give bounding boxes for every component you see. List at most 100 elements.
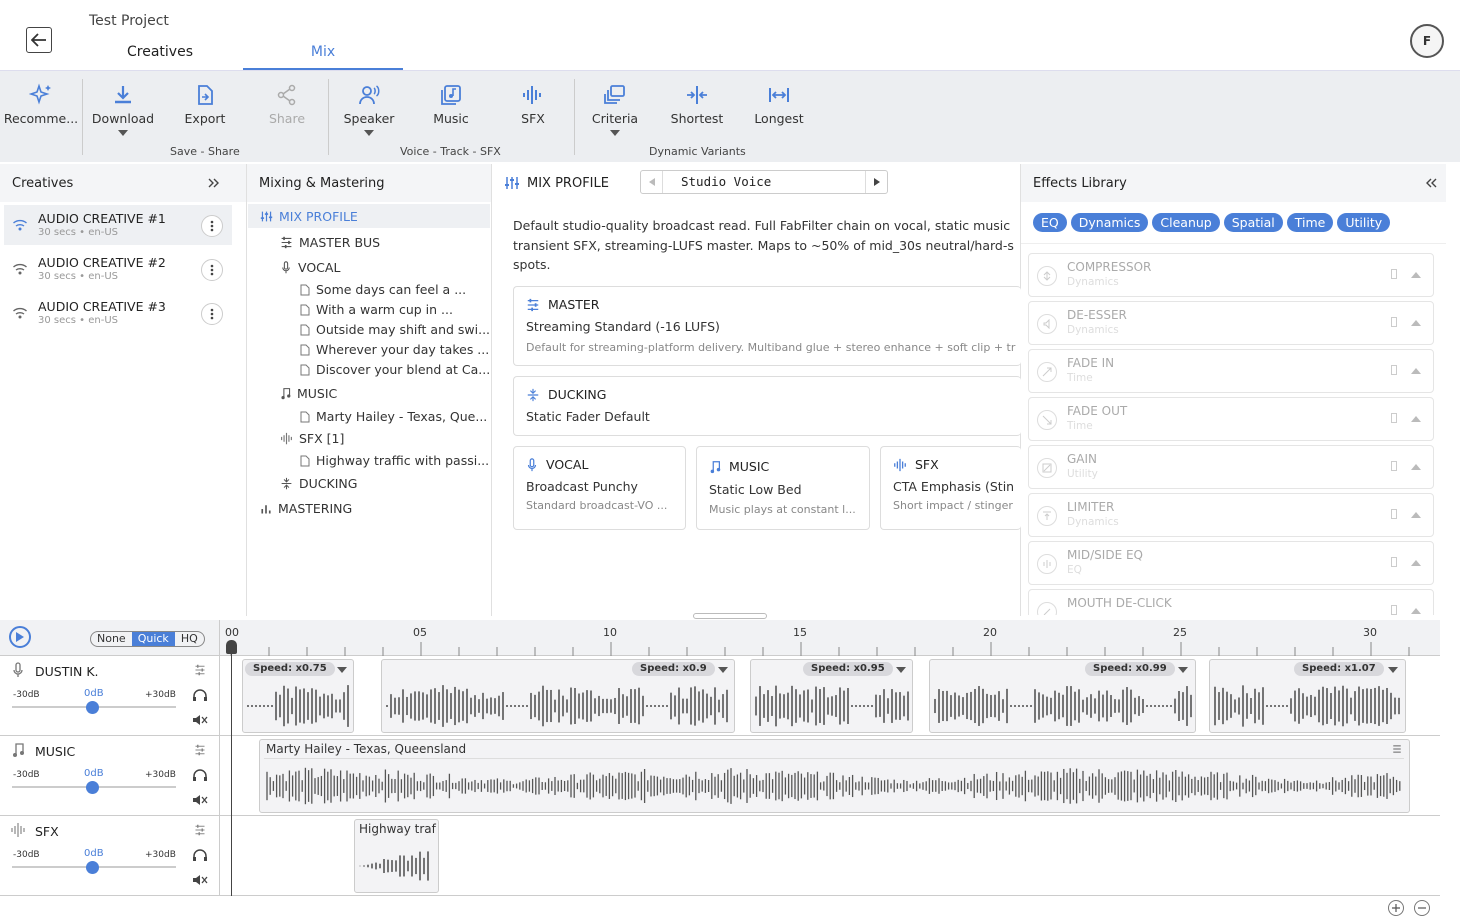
quality-hq[interactable]: HQ: [175, 632, 204, 646]
tree-master-bus[interactable]: MASTER BUS: [280, 235, 380, 250]
vocal-clip[interactable]: Speed: x1.07: [1209, 659, 1406, 733]
chip-utility[interactable]: Utility: [1337, 213, 1391, 232]
tree-music-item[interactable]: Marty Hailey - Texas, Que...: [300, 409, 487, 424]
avatar[interactable]: F: [1410, 24, 1444, 58]
tree-mastering[interactable]: MASTERING: [260, 501, 352, 516]
more-menu-button[interactable]: [201, 303, 223, 325]
playhead-handle[interactable]: [226, 640, 237, 654]
vocal-clip[interactable]: Speed: x0.75: [242, 659, 354, 733]
sfx-clip[interactable]: Highway traf: [354, 819, 439, 893]
criteria-button[interactable]: Criteria: [574, 83, 656, 136]
collapse-right-icon[interactable]: [208, 178, 220, 188]
back-button[interactable]: [26, 27, 52, 53]
chevron-up-icon[interactable]: [1411, 464, 1421, 470]
resize-handle[interactable]: [693, 613, 767, 619]
effect-info-icon[interactable]: [1391, 317, 1397, 327]
effect-info-icon[interactable]: [1391, 461, 1397, 471]
creative-item-3[interactable]: AUDIO CREATIVE #3 30 secs • en-US: [4, 293, 232, 333]
chip-dynamics[interactable]: Dynamics: [1070, 213, 1149, 232]
master-card[interactable]: MASTER Streaming Standard (-16 LUFS) Def…: [513, 286, 1021, 366]
chevron-up-icon[interactable]: [1411, 560, 1421, 566]
headphones-icon[interactable]: [192, 768, 208, 782]
music-card[interactable]: MUSIC Static Low Bed Music plays at cons…: [696, 446, 870, 530]
clip-settings-icon[interactable]: [1392, 744, 1402, 754]
effect-item-de-esser[interactable]: DE-ESSER Dynamics: [1028, 301, 1434, 345]
sfx-button[interactable]: SFX: [492, 83, 574, 126]
prev-profile-button[interactable]: [641, 171, 663, 193]
timeline-ruler[interactable]: 00 05 10 15 20 25 30: [220, 620, 1440, 656]
chip-spatial[interactable]: Spatial: [1223, 213, 1283, 232]
chevron-up-icon[interactable]: [1411, 608, 1421, 614]
effect-item-fade-in[interactable]: FADE IN Time: [1028, 349, 1434, 393]
zoom-out-button[interactable]: [1414, 900, 1430, 916]
playhead[interactable]: [231, 642, 232, 896]
chevron-up-icon[interactable]: [1411, 320, 1421, 326]
chevron-up-icon[interactable]: [1411, 272, 1421, 278]
longest-button[interactable]: Longest: [738, 83, 820, 126]
more-menu-button[interactable]: [201, 215, 223, 237]
effect-item-compressor[interactable]: COMPRESSOR Dynamics: [1028, 253, 1434, 297]
music-clip[interactable]: Marty Hailey - Texas, Queensland: [259, 739, 1410, 813]
mute-icon[interactable]: [192, 794, 208, 806]
speaker-button[interactable]: Speaker: [328, 83, 410, 136]
shortest-button[interactable]: Shortest: [656, 83, 738, 126]
chip-eq[interactable]: EQ: [1033, 213, 1067, 232]
export-button[interactable]: Export: [164, 83, 246, 126]
tree-vocal[interactable]: VOCAL: [280, 260, 340, 275]
chevron-up-icon[interactable]: [1411, 512, 1421, 518]
effect-info-icon[interactable]: [1391, 605, 1397, 615]
sfx-card[interactable]: SFX CTA Emphasis (Stin Short impact / st…: [880, 446, 1021, 530]
vocal-clip[interactable]: Speed: x0.9: [381, 659, 735, 733]
tree-mix-profile[interactable]: MIX PROFILE: [260, 209, 358, 224]
next-profile-button[interactable]: [865, 171, 887, 193]
volume-slider-knob[interactable]: [86, 861, 99, 874]
mute-icon[interactable]: [192, 874, 208, 886]
track-settings-icon[interactable]: [194, 664, 206, 676]
chevron-up-icon[interactable]: [1411, 416, 1421, 422]
music-button[interactable]: Music: [410, 83, 492, 126]
vocal-clip[interactable]: Speed: x0.95: [750, 659, 913, 733]
profile-select[interactable]: Studio Voice: [640, 170, 888, 194]
more-menu-button[interactable]: [201, 259, 223, 281]
headphones-icon[interactable]: [192, 688, 208, 702]
tree-vocal-line-2[interactable]: With a warm cup in ...: [300, 302, 453, 317]
tab-mix[interactable]: Mix: [243, 44, 403, 70]
tree-vocal-line-1[interactable]: Some days can feel a ...: [300, 282, 466, 297]
tree-vocal-line-5[interactable]: Discover your blend at Ca...: [300, 362, 490, 377]
recommend-button[interactable]: Recomme...: [0, 83, 82, 126]
zoom-in-button[interactable]: [1388, 900, 1404, 916]
creative-item-2[interactable]: AUDIO CREATIVE #2 30 secs • en-US: [4, 249, 232, 289]
volume-slider-knob[interactable]: [86, 781, 99, 794]
tab-creatives[interactable]: Creatives: [80, 44, 240, 70]
effect-info-icon[interactable]: [1391, 413, 1397, 423]
chevron-up-icon[interactable]: [1411, 368, 1421, 374]
tree-sfx[interactable]: SFX [1]: [280, 431, 344, 446]
effect-info-icon[interactable]: [1391, 269, 1397, 279]
share-button[interactable]: Share: [246, 83, 328, 126]
effect-item-gain[interactable]: GAIN Utility: [1028, 445, 1434, 489]
effect-info-icon[interactable]: [1391, 365, 1397, 375]
effect-item-fade-out[interactable]: FADE OUT Time: [1028, 397, 1434, 441]
collapse-left-icon[interactable]: [1425, 178, 1437, 188]
effect-item-mid-side-eq[interactable]: MID/SIDE EQ EQ: [1028, 541, 1434, 585]
ducking-card[interactable]: DUCKING Static Fader Default: [513, 376, 1021, 436]
mute-icon[interactable]: [192, 714, 208, 726]
download-button[interactable]: Download: [82, 83, 164, 136]
track-settings-icon[interactable]: [194, 824, 206, 836]
chip-cleanup[interactable]: Cleanup: [1152, 213, 1220, 232]
tree-vocal-line-3[interactable]: Outside may shift and swi...: [300, 322, 490, 337]
effect-item-mouth-de-click[interactable]: MOUTH DE-CLICK: [1028, 589, 1434, 615]
effect-info-icon[interactable]: [1391, 557, 1397, 567]
quality-quick[interactable]: Quick: [131, 632, 175, 646]
effect-item-limiter[interactable]: LIMITER Dynamics: [1028, 493, 1434, 537]
play-button[interactable]: [9, 626, 31, 648]
volume-slider-knob[interactable]: [86, 701, 99, 714]
vocal-card[interactable]: VOCAL Broadcast Punchy Standard broadcas…: [513, 446, 686, 530]
tree-vocal-line-4[interactable]: Wherever your day takes ...: [300, 342, 489, 357]
chip-time[interactable]: Time: [1286, 213, 1334, 232]
track-settings-icon[interactable]: [194, 744, 206, 756]
headphones-icon[interactable]: [192, 848, 208, 862]
effect-info-icon[interactable]: [1391, 509, 1397, 519]
tree-sfx-item[interactable]: Highway traffic with passi...: [300, 453, 489, 468]
tree-music[interactable]: MUSIC: [280, 386, 337, 401]
